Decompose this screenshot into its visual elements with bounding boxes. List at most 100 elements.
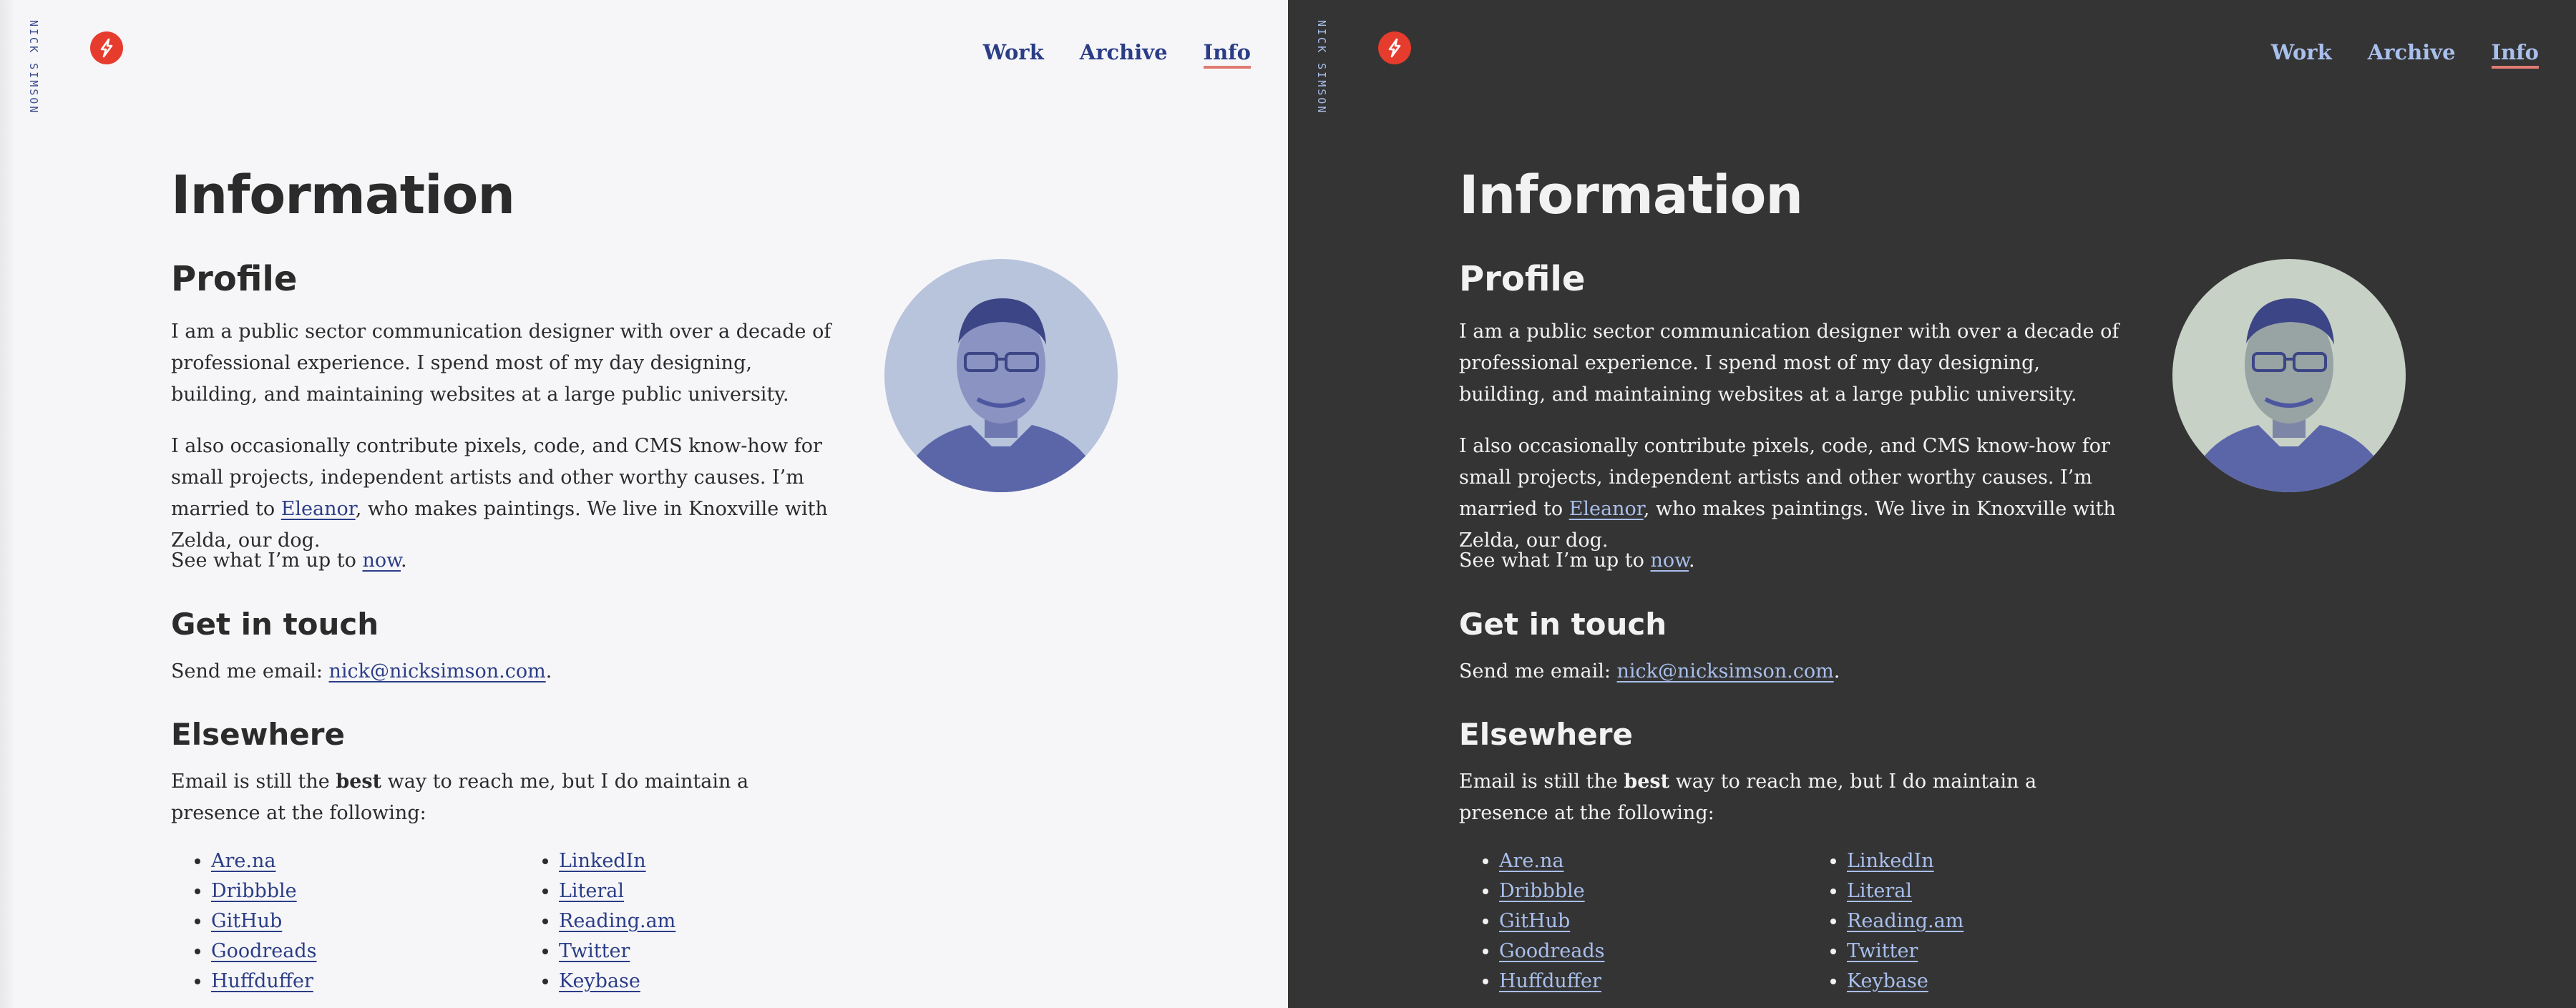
elsewhere-text: Email is still the: [171, 770, 336, 793]
list-item: Goodreads: [1499, 936, 1807, 967]
nav-work[interactable]: Work: [983, 40, 1044, 69]
profile-heading: Profile: [171, 259, 298, 299]
nav-work[interactable]: Work: [2271, 40, 2332, 69]
portrait-photo: [899, 298, 1103, 492]
links-column-2: LinkedIn Literal Reading.am Twitter Keyb…: [519, 846, 867, 997]
avatar: [884, 259, 1118, 492]
page-title: Information: [1459, 165, 1803, 226]
profile-p3-tail: .: [401, 549, 407, 572]
profile-heading: Profile: [1459, 259, 1586, 299]
contact-tail: .: [1833, 660, 1840, 682]
links-column-1: Are.na Dribbble GitHub Goodreads Huffduf…: [1459, 846, 1807, 997]
list-item: Literal: [559, 876, 867, 906]
link-arena[interactable]: Are.na: [211, 850, 275, 872]
list-item: Keybase: [559, 967, 867, 997]
elsewhere-heading: Elsewhere: [171, 717, 345, 752]
main-nav: Work Archive Info: [983, 40, 1251, 69]
link-arena[interactable]: Are.na: [1499, 850, 1563, 872]
list-item: Dribbble: [211, 876, 519, 906]
profile-paragraph-2: I also occasionally contribute pixels, c…: [171, 431, 844, 557]
contact-paragraph: Send me email: nick@nicksimson.com.: [171, 656, 844, 688]
list-item: LinkedIn: [559, 846, 867, 876]
link-keybase[interactable]: Keybase: [559, 970, 640, 992]
lightning-logo-icon[interactable]: [1378, 31, 1411, 64]
list-item: GitHub: [1499, 906, 1807, 936]
elsewhere-paragraph: Email is still the best way to reach me,…: [1459, 766, 2132, 829]
nav-info[interactable]: Info: [2491, 40, 2539, 69]
link-linkedin[interactable]: LinkedIn: [559, 850, 646, 872]
email-link[interactable]: nick@nicksimson.com: [329, 660, 546, 682]
site-vertical-name: NICK SIMSON: [1315, 20, 1328, 115]
nav-archive[interactable]: Archive: [1080, 40, 1168, 69]
list-item: Reading.am: [1847, 906, 2155, 936]
link-linkedin[interactable]: LinkedIn: [1847, 850, 1934, 872]
profile-paragraph-1: I am a public sector communication desig…: [1459, 320, 2119, 406]
list-item: Dribbble: [1499, 876, 1807, 906]
link-twitter[interactable]: Twitter: [1847, 940, 1918, 962]
avatar: [2172, 259, 2406, 492]
link-goodreads[interactable]: Goodreads: [211, 940, 317, 962]
lightning-logo-icon[interactable]: [90, 31, 123, 64]
light-theme-panel: NICK SIMSON Work Archive Info Informatio…: [0, 0, 1288, 1008]
links-column-1: Are.na Dribbble GitHub Goodreads Huffduf…: [171, 846, 519, 997]
link-huffduffer[interactable]: Huffduffer: [211, 970, 313, 992]
list-item: Twitter: [559, 936, 867, 967]
profile-p3-text: See what I’m up to: [1459, 549, 1651, 572]
profile-paragraph-1: I am a public sector communication desig…: [171, 320, 831, 406]
list-item: Huffduffer: [1499, 967, 1807, 997]
profile-p3-text: See what I’m up to: [171, 549, 363, 572]
contact-heading: Get in touch: [171, 607, 379, 642]
nav-info[interactable]: Info: [1203, 40, 1251, 69]
links-column-2: LinkedIn Literal Reading.am Twitter Keyb…: [1807, 846, 2155, 997]
now-link[interactable]: now: [1650, 549, 1689, 572]
contact-paragraph: Send me email: nick@nicksimson.com.: [1459, 656, 2132, 688]
profile-paragraph-3: See what I’m up to now.: [1459, 545, 2132, 577]
eleanor-link[interactable]: Eleanor: [1569, 498, 1644, 520]
dark-theme-panel: NICK SIMSON Work Archive Info Informatio…: [1288, 0, 2576, 1008]
nav-archive[interactable]: Archive: [2368, 40, 2456, 69]
list-item: Reading.am: [559, 906, 867, 936]
elsewhere-paragraph: Email is still the best way to reach me,…: [171, 766, 844, 829]
elsewhere-bold: best: [1624, 770, 1670, 793]
link-github[interactable]: GitHub: [1499, 910, 1570, 932]
elsewhere-bold: best: [336, 770, 382, 793]
contact-tail: .: [545, 660, 552, 682]
profile-paragraph-2: I also occasionally contribute pixels, c…: [1459, 431, 2132, 557]
link-dribbble[interactable]: Dribbble: [1499, 880, 1585, 902]
list-item: GitHub: [211, 906, 519, 936]
contact-heading: Get in touch: [1459, 607, 1667, 642]
list-item: LinkedIn: [1847, 846, 2155, 876]
link-literal[interactable]: Literal: [1847, 880, 1912, 902]
elsewhere-text: Email is still the: [1459, 770, 1624, 793]
list-item: Huffduffer: [211, 967, 519, 997]
elsewhere-links: Are.na Dribbble GitHub Goodreads Huffduf…: [171, 846, 867, 997]
page-title: Information: [171, 165, 515, 226]
main-nav: Work Archive Info: [2271, 40, 2539, 69]
link-readingam[interactable]: Reading.am: [1847, 910, 1963, 932]
link-huffduffer[interactable]: Huffduffer: [1499, 970, 1601, 992]
contact-text: Send me email:: [1459, 660, 1617, 682]
link-keybase[interactable]: Keybase: [1847, 970, 1928, 992]
list-item: Literal: [1847, 876, 2155, 906]
profile-p3-tail: .: [1689, 549, 1695, 572]
link-dribbble[interactable]: Dribbble: [211, 880, 297, 902]
eleanor-link[interactable]: Eleanor: [281, 498, 356, 520]
list-item: Keybase: [1847, 967, 2155, 997]
portrait-photo: [2187, 298, 2391, 492]
email-link[interactable]: nick@nicksimson.com: [1617, 660, 1834, 682]
list-item: Are.na: [1499, 846, 1807, 876]
link-readingam[interactable]: Reading.am: [559, 910, 675, 932]
now-link[interactable]: now: [362, 549, 401, 572]
link-github[interactable]: GitHub: [211, 910, 282, 932]
elsewhere-links: Are.na Dribbble GitHub Goodreads Huffduf…: [1459, 846, 2155, 997]
elsewhere-heading: Elsewhere: [1459, 717, 1633, 752]
list-item: Goodreads: [211, 936, 519, 967]
link-goodreads[interactable]: Goodreads: [1499, 940, 1605, 962]
list-item: Twitter: [1847, 936, 2155, 967]
site-vertical-name: NICK SIMSON: [27, 20, 40, 115]
contact-text: Send me email:: [171, 660, 329, 682]
link-literal[interactable]: Literal: [559, 880, 624, 902]
profile-paragraph-3: See what I’m up to now.: [171, 545, 844, 577]
list-item: Are.na: [211, 846, 519, 876]
link-twitter[interactable]: Twitter: [559, 940, 630, 962]
